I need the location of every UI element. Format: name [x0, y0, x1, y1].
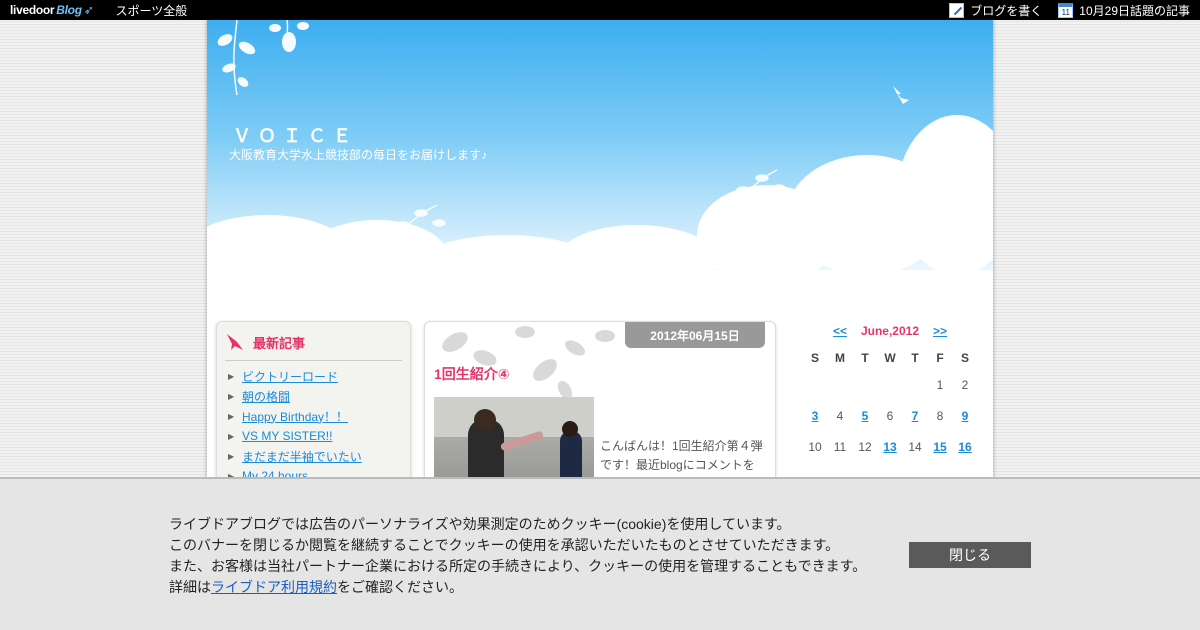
recent-article-link[interactable]: Happy Birthday！！ — [242, 408, 348, 425]
arrow-right-icon: ▶ — [228, 451, 235, 461]
calendar-weekday: S — [960, 351, 969, 365]
calendar-day[interactable]: 16 — [953, 431, 978, 462]
cookie-line-4-prefix: 詳細は — [169, 579, 211, 595]
calendar-day — [903, 369, 928, 400]
calendar-nav: << June,2012 >> — [795, 321, 985, 341]
calendar-day[interactable]: 3 — [803, 400, 828, 431]
calendar-day: 10 — [808, 439, 822, 454]
blog-title[interactable]: ＶＯＩＣＥ — [233, 122, 358, 148]
blog-description: 大阪教育大学水上競技部の毎日をお届けします♪ — [229, 148, 488, 162]
calendar-day: 2 — [961, 377, 969, 392]
sky-clouds-illustration — [207, 20, 993, 310]
cookie-close-button[interactable]: 閉じる — [909, 542, 1031, 568]
recent-article-link[interactable]: ビクトリーロード — [242, 368, 338, 385]
calendar-prev-link[interactable]: << — [833, 324, 847, 338]
entry-body-text: こんばんは！1回生紹介第４弾です！最近blogにコメントを — [600, 439, 763, 472]
calendar-weekday: T — [911, 351, 919, 365]
list-item: ▶ VS MY SISTER!! — [225, 426, 402, 446]
recent-article-link[interactable]: 朝の格闘 — [242, 388, 290, 405]
cookie-line-2: このバナーを閉じるか閲覧を継続することでクッキーの使用を承認いただいたものとさせ… — [169, 537, 840, 553]
arrow-right-icon: ▶ — [228, 431, 235, 441]
calendar-weekday: W — [884, 351, 896, 365]
calendar-day — [828, 369, 853, 400]
calendar-day — [803, 369, 828, 400]
recent-articles-heading: 最新記事 — [253, 335, 306, 351]
recent-article-link[interactable]: まだまだ半袖でいたい — [242, 448, 362, 465]
write-blog-link[interactable]: ブログを書く — [949, 2, 1042, 19]
cookie-line-3: また、お客様は当社パートナー企業における所定の手続きにより、クッキーの使用を管理… — [169, 558, 867, 574]
calendar-day[interactable]: 13 — [878, 431, 903, 462]
calendar-day: 4 — [836, 408, 844, 423]
calendar-day: 14 — [908, 439, 922, 454]
calendar-grid: S M T W T F S 1 2 3 4 5 6 7 8 9 10 11 12 13 14 15 16 — [795, 347, 985, 462]
recent-articles-header: 最新記事 — [225, 332, 402, 361]
recent-articles-box: 最新記事 ▶ ビクトリーロード ▶ 朝の格闘 ▶ Happy Birthday！！ ▶… — [216, 321, 411, 491]
cookie-text: ライブドアブログでは広告のパーソナライズや効果測定のためクッキー(cookie)… — [169, 514, 866, 598]
blog-entry: 2012年06月15日 1回生紹介④ こんばんは！1回生紹介第４弾です！最近bl… — [424, 321, 776, 501]
entry-date-badge: 2012年06月15日 — [625, 322, 765, 348]
livedoor-blog-logo[interactable]: livedoor Blog ➶ — [10, 3, 94, 17]
calendar-day: 8 — [936, 408, 944, 423]
cookie-banner: ライブドアブログでは広告のパーソナライズや効果測定のためクッキー(cookie)… — [0, 477, 1200, 630]
calendar-day — [878, 369, 903, 400]
arrow-right-icon: ▶ — [228, 371, 235, 381]
pencil-icon — [949, 2, 965, 18]
calendar-day[interactable]: 5 — [853, 400, 878, 431]
calendar-day: 6 — [886, 408, 894, 423]
calendar-month: June,2012 — [860, 324, 920, 338]
terms-link[interactable]: ライブドア利用規約 — [211, 579, 337, 595]
calendar-day[interactable]: 9 — [953, 400, 978, 431]
arrow-right-icon: ▶ — [228, 391, 235, 401]
cookie-line-4: 詳細はライブドア利用規約をご確認ください。 — [169, 577, 866, 598]
list-item: ▶ ビクトリーロード — [225, 366, 402, 386]
cookie-line-4-suffix: をご確認ください。 — [337, 579, 463, 595]
calendar-day — [853, 369, 878, 400]
bird-icon — [227, 334, 243, 350]
calendar-day[interactable]: 15 — [928, 431, 953, 462]
calendar-weekday: F — [936, 351, 944, 365]
calendar-day: 11 — [833, 439, 847, 454]
topic-articles-label: 10月29日話題の記事 — [1079, 3, 1190, 18]
arrow-right-icon: ▶ — [228, 411, 235, 421]
calendar-next-link[interactable]: >> — [933, 324, 947, 338]
category-link[interactable]: スポーツ全般 — [116, 2, 188, 19]
topic-articles-link[interactable]: 11 10月29日話題の記事 — [1058, 2, 1190, 19]
blog-header: ＶＯＩＣＥ 大阪教育大学水上競技部の毎日をお届けします♪ — [207, 20, 993, 310]
logo-blog-text: Blog — [56, 3, 82, 17]
list-item: ▶ 朝の格闘 — [225, 386, 402, 406]
cookie-line-1: ライブドアブログでは広告のパーソナライズや効果測定のためクッキー(cookie)… — [169, 516, 791, 532]
calendar-weekday: M — [835, 351, 845, 365]
entry-title[interactable]: 1回生紹介④ — [434, 364, 510, 384]
calendar-day: 12 — [858, 439, 872, 454]
write-blog-label: ブログを書く — [970, 3, 1043, 18]
list-item: ▶ まだまだ半袖でいたい — [225, 446, 402, 466]
calendar-day: 1 — [936, 377, 944, 392]
calendar-weekday: T — [861, 351, 869, 365]
logo-livedoor-text: livedoor — [10, 3, 55, 17]
calendar-icon: 11 — [1058, 2, 1074, 18]
list-item: ▶ Happy Birthday！！ — [225, 406, 402, 426]
calendar-day[interactable]: 7 — [903, 400, 928, 431]
calendar-weekday: S — [810, 351, 819, 365]
recent-article-link[interactable]: VS MY SISTER!! — [242, 429, 332, 443]
recent-articles-list: ▶ ビクトリーロード ▶ 朝の格闘 ▶ Happy Birthday！！ ▶ VS MY… — [225, 366, 402, 486]
calendar-widget: << June,2012 >> S M T W T F S 1 2 3 4 5 6 7 8 9 10 11 12 13… — [795, 321, 985, 462]
logo-bird-icon: ➶ — [83, 3, 94, 17]
top-bar: livedoor Blog ➶ スポーツ全般 ブログを書く 11 10月29日話… — [0, 0, 1200, 20]
